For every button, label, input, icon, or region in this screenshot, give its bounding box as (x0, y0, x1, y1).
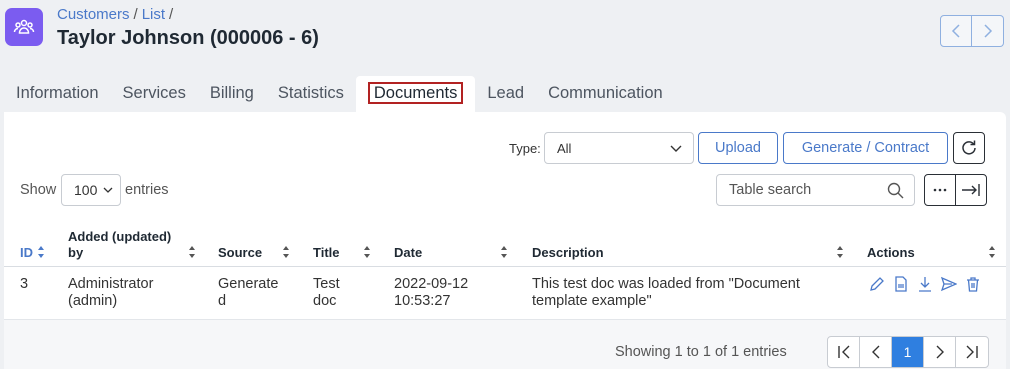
first-page-icon (837, 345, 849, 359)
table-options-group (924, 174, 987, 206)
entries-value: 100 (74, 182, 98, 198)
search-placeholder: Table search (729, 182, 812, 198)
tab-statistics[interactable]: Statistics (266, 76, 356, 112)
entries-per-page-select[interactable]: 100 (61, 174, 121, 206)
sort-icon[interactable] (282, 245, 290, 259)
record-navigation (940, 15, 1004, 47)
column-description[interactable]: Description (532, 245, 604, 260)
tab-communication[interactable]: Communication (536, 76, 675, 112)
cell-added-line2: (admin) (68, 293, 118, 309)
column-source[interactable]: Source (218, 245, 262, 260)
upload-button[interactable]: Upload (698, 132, 778, 164)
row-actions (868, 275, 982, 293)
cell-added-line1: Administrator (68, 276, 154, 292)
next-page-button[interactable] (924, 337, 956, 367)
ellipsis-icon (933, 188, 947, 192)
send-icon[interactable] (940, 275, 958, 293)
show-label: Show (20, 182, 57, 198)
last-page-button[interactable] (956, 337, 988, 367)
sort-icon[interactable] (988, 245, 996, 259)
cell-date-line1: 2022-09-12 (394, 276, 469, 292)
page-1-button[interactable]: 1 (892, 337, 924, 367)
cell-id: 3 (20, 276, 29, 292)
next-record-button[interactable] (972, 15, 1004, 47)
customer-tabs: Information Services Billing Statistics … (4, 76, 675, 112)
sort-icon[interactable] (836, 245, 844, 259)
search-icon (887, 182, 904, 203)
breadcrumb-list[interactable]: List (142, 6, 165, 23)
chevron-down-icon (102, 183, 114, 199)
table-search-input[interactable]: Table search (716, 174, 915, 206)
tab-documents-label: Documents (367, 82, 464, 104)
chevron-right-icon (936, 345, 944, 359)
column-actions: Actions (867, 245, 915, 260)
sort-icon[interactable] (188, 245, 196, 259)
previous-page-button[interactable] (860, 337, 892, 367)
tab-information[interactable]: Information (4, 76, 111, 112)
page-title: Taylor Johnson (000006 - 6) (57, 27, 319, 49)
column-title[interactable]: Title (313, 245, 340, 260)
refresh-button[interactable] (953, 132, 985, 164)
chevron-down-icon (669, 141, 683, 158)
arrow-right-bar-icon (962, 184, 980, 196)
column-added-line1[interactable]: Added (updated) (68, 229, 171, 244)
sort-icon[interactable] (500, 245, 508, 259)
column-date[interactable]: Date (394, 245, 422, 260)
more-options-button[interactable] (925, 175, 956, 205)
edit-icon[interactable] (868, 275, 886, 293)
column-added-line2[interactable]: by (68, 245, 83, 260)
type-label: Type: (509, 141, 541, 156)
breadcrumb: Customers / List / (57, 6, 174, 23)
cell-title-line2: doc (313, 293, 337, 309)
tab-services[interactable]: Services (111, 76, 198, 112)
cell-description-line1: This test doc was loaded from "Document (532, 276, 800, 292)
sort-active-icon[interactable] (37, 245, 45, 259)
trash-icon[interactable] (964, 275, 982, 293)
first-page-button[interactable] (828, 337, 860, 367)
cell-title-line1: Test (313, 276, 340, 292)
type-select-value: All (557, 141, 572, 156)
tab-documents[interactable]: Documents (355, 76, 476, 112)
breadcrumb-customers[interactable]: Customers (57, 6, 130, 23)
last-page-icon (966, 345, 978, 359)
sort-icon[interactable] (363, 245, 371, 259)
type-select[interactable]: All (544, 132, 694, 164)
entries-label: entries (125, 182, 169, 198)
expand-columns-button[interactable] (956, 175, 986, 205)
showing-info: Showing 1 to 1 of 1 entries (615, 344, 787, 360)
chevron-left-icon (871, 345, 879, 359)
tab-lead[interactable]: Lead (475, 76, 536, 112)
pdf-file-icon[interactable] (892, 275, 910, 293)
documents-panel: Type: All Upload Generate / Contract Sho… (4, 112, 1006, 369)
cell-source-line1: Generate (218, 276, 279, 292)
pagination: 1 (827, 336, 989, 368)
customers-app-icon (5, 8, 43, 46)
refresh-icon (962, 140, 976, 155)
tab-billing[interactable]: Billing (198, 76, 266, 112)
cell-date-line2: 10:53:27 (394, 293, 451, 309)
download-icon[interactable] (916, 275, 934, 293)
previous-record-button[interactable] (940, 15, 972, 47)
column-id[interactable]: ID (20, 245, 33, 260)
cell-description-line2: template example" (532, 293, 652, 309)
cell-source-line2: d (218, 293, 227, 309)
generate-contract-button[interactable]: Generate / Contract (783, 132, 948, 164)
